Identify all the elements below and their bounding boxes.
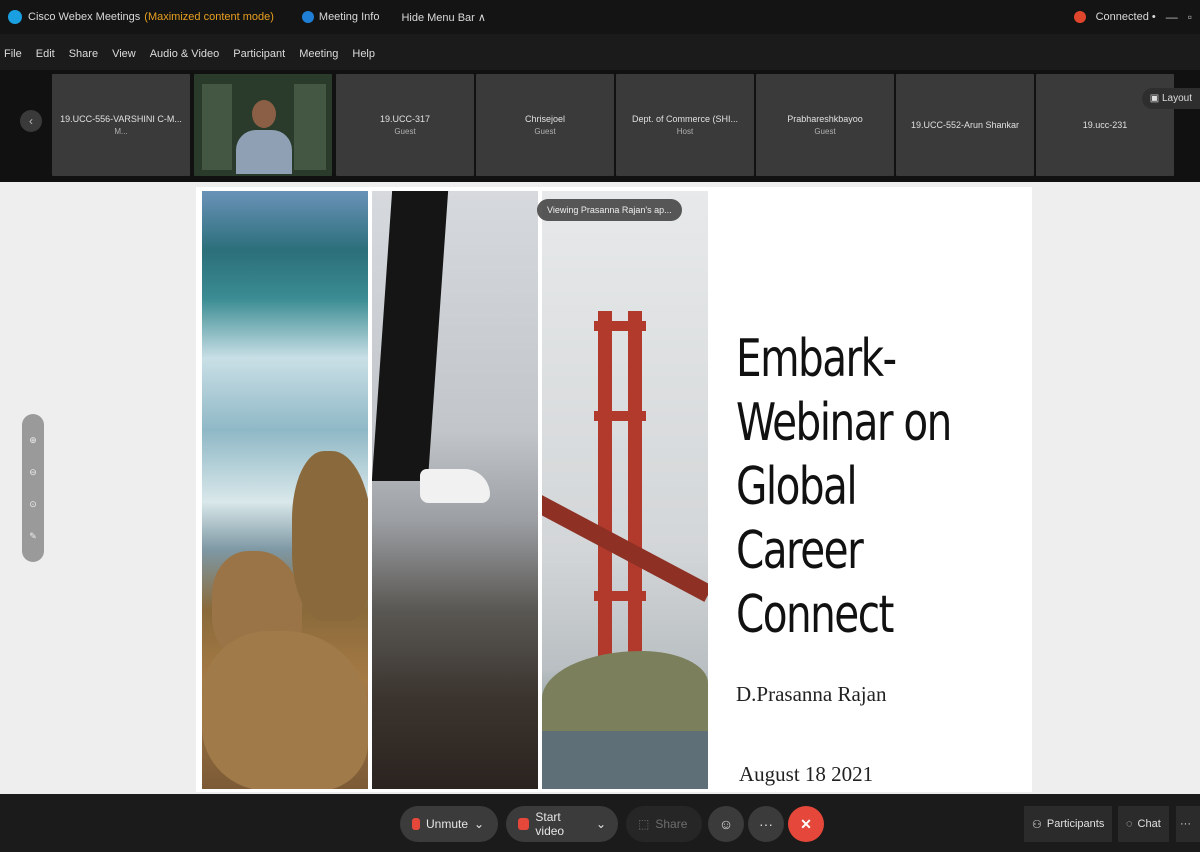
more-options-icon[interactable]: ··· (748, 806, 784, 842)
layout-button[interactable]: ▣ Layout (1141, 88, 1200, 109)
menu-edit[interactable]: Edit (36, 48, 55, 68)
participant-name: Dept. of Commerce (SHI... (631, 114, 739, 124)
participant-video (234, 94, 294, 174)
menu-bar: File Edit Share View Audio & Video Parti… (0, 48, 375, 68)
rock (202, 631, 368, 789)
content-mode-label: (Maximized content mode) (144, 11, 274, 23)
chat-label: Chat (1137, 818, 1161, 830)
participant-tile[interactable]: Prabhareshkbayoo Guest (756, 74, 894, 176)
zoom-out-icon[interactable]: ⊖ (29, 467, 37, 478)
chat-icon: ◌ (1126, 818, 1133, 830)
start-video-label: Start video (535, 810, 565, 838)
title-bar-right: Connected • — ▫ (1073, 0, 1192, 34)
bookshelf (294, 84, 326, 170)
connection-status[interactable]: Connected • (1096, 11, 1156, 23)
menu-audio-video[interactable]: Audio & Video (150, 48, 220, 68)
participant-tile[interactable]: 19.UCC-552-Arun Shankar (896, 74, 1034, 176)
strip-scroll-left-button[interactable]: ‹ (20, 110, 42, 132)
webex-window: Cisco Webex Meetings (Maximized content … (0, 0, 1200, 852)
menu-share[interactable]: Share (69, 48, 98, 68)
participant-strip: ‹ 19.UCC-556-VARSHINI C-M... M... 19.UCC… (0, 70, 1200, 182)
bridge-crossbeam (594, 321, 646, 331)
participant-name: Chrisejoel (524, 114, 566, 124)
participant-name: 19.ucc-231 (1082, 120, 1128, 130)
video-off-icon (518, 818, 530, 830)
unmute-button[interactable]: Unmute ⌄ (400, 806, 498, 842)
menu-view[interactable]: View (112, 48, 136, 68)
annotate-icon[interactable]: ✎ (29, 531, 37, 542)
title-bar: Cisco Webex Meetings (Maximized content … (0, 0, 1200, 34)
sneaker (420, 469, 490, 503)
participants-panel-button[interactable]: ⚇ Participants (1024, 806, 1113, 842)
minimize-button[interactable]: — (1166, 10, 1178, 24)
chat-panel-button[interactable]: ◌ Chat (1118, 806, 1169, 842)
share-label: Share (655, 817, 688, 831)
chevron-down-icon[interactable]: ⌄ (474, 817, 484, 831)
participant-tile[interactable]: Chrisejoel Guest (476, 74, 614, 176)
slide-title: Embark-Webinar on Global Career Connect (736, 329, 952, 645)
layout-icon: ▣ (1149, 93, 1162, 104)
reactions-icon[interactable]: ☺ (708, 806, 744, 842)
menu-file[interactable]: File (4, 48, 22, 68)
bridge-tower (598, 311, 612, 711)
participant-name: 19.UCC-317 (379, 114, 431, 124)
share-icon: ⬚ (638, 817, 650, 831)
participant-video-tile[interactable] (194, 74, 332, 176)
viewing-indicator: Viewing Prasanna Rajan's ap... (537, 199, 682, 221)
bridge-deck (542, 492, 708, 602)
content-stage: ⊕ ⊖ ⊙ ✎ Viewing Prasanna Rajan's ap... E… (0, 182, 1200, 794)
fit-icon[interactable]: ⊙ (29, 499, 37, 510)
hill (542, 651, 708, 731)
participant-tile[interactable]: 19.UCC-317 Guest (336, 74, 474, 176)
menu-help[interactable]: Help (352, 48, 375, 68)
person-body (236, 130, 292, 174)
info-icon (301, 11, 314, 23)
bookshelf (202, 84, 232, 170)
person-head (252, 100, 276, 128)
webex-logo-icon (8, 10, 22, 24)
meeting-info-button[interactable]: Meeting Info (319, 11, 380, 23)
more-panels-button[interactable]: ··· (1176, 806, 1200, 842)
leg (372, 191, 449, 481)
rock (292, 451, 368, 621)
participant-role: Guest (534, 127, 556, 136)
share-button[interactable]: ⬚ Share (626, 806, 702, 842)
participant-name: 19.UCC-552-Arun Shankar (910, 120, 1020, 130)
bridge-crossbeam (594, 591, 646, 601)
participants-label: Participants (1046, 818, 1105, 830)
slide-photo-shoe (372, 191, 538, 789)
app-title: Cisco Webex Meetings (28, 11, 141, 23)
participant-role: M... (114, 127, 128, 136)
participant-role: Guest (394, 127, 416, 136)
bridge-crossbeam (594, 411, 646, 421)
annotation-toolbar: ⊕ ⊖ ⊙ ✎ (22, 414, 44, 562)
restore-button[interactable]: ▫ (1188, 10, 1192, 24)
zoom-in-icon[interactable]: ⊕ (29, 435, 37, 446)
connection-status-icon (1073, 11, 1086, 23)
unmute-label: Unmute (426, 817, 469, 831)
slide-date: August 18 2021 (739, 762, 874, 786)
slide-photo-bridge (542, 191, 708, 789)
participant-name: Prabhareshkbayoo (787, 114, 863, 124)
water (542, 731, 708, 789)
shared-slide: Viewing Prasanna Rajan's ap... Embark-We… (196, 187, 1032, 792)
leave-meeting-button[interactable]: ✕ (788, 806, 824, 842)
participant-role: Guest (814, 127, 836, 136)
slide-photo-ocean (202, 191, 368, 789)
menu-meeting[interactable]: Meeting (299, 48, 338, 68)
participant-role: Host (676, 127, 694, 136)
chevron-down-icon[interactable]: ⌄ (596, 817, 606, 831)
menu-participant[interactable]: Participant (233, 48, 285, 68)
participants-icon: ⚇ (1032, 818, 1042, 831)
participant-name: 19.UCC-556-VARSHINI C-M... (60, 114, 182, 124)
participant-tile[interactable]: Dept. of Commerce (SHI... Host (616, 74, 754, 176)
hide-menu-bar-button[interactable]: Hide Menu Bar ∧ (401, 11, 485, 24)
meeting-control-bar: Unmute ⌄ Start video ⌄ ⬚ Share ☺ ··· ✕ ⚇… (0, 794, 1200, 852)
mic-muted-icon (412, 818, 420, 830)
slide-author: D.Prasanna Rajan (736, 682, 887, 706)
start-video-button[interactable]: Start video ⌄ (506, 806, 618, 842)
participant-tile[interactable]: 19.UCC-556-VARSHINI C-M... M... (52, 74, 190, 176)
layout-label: Layout (1161, 93, 1192, 104)
